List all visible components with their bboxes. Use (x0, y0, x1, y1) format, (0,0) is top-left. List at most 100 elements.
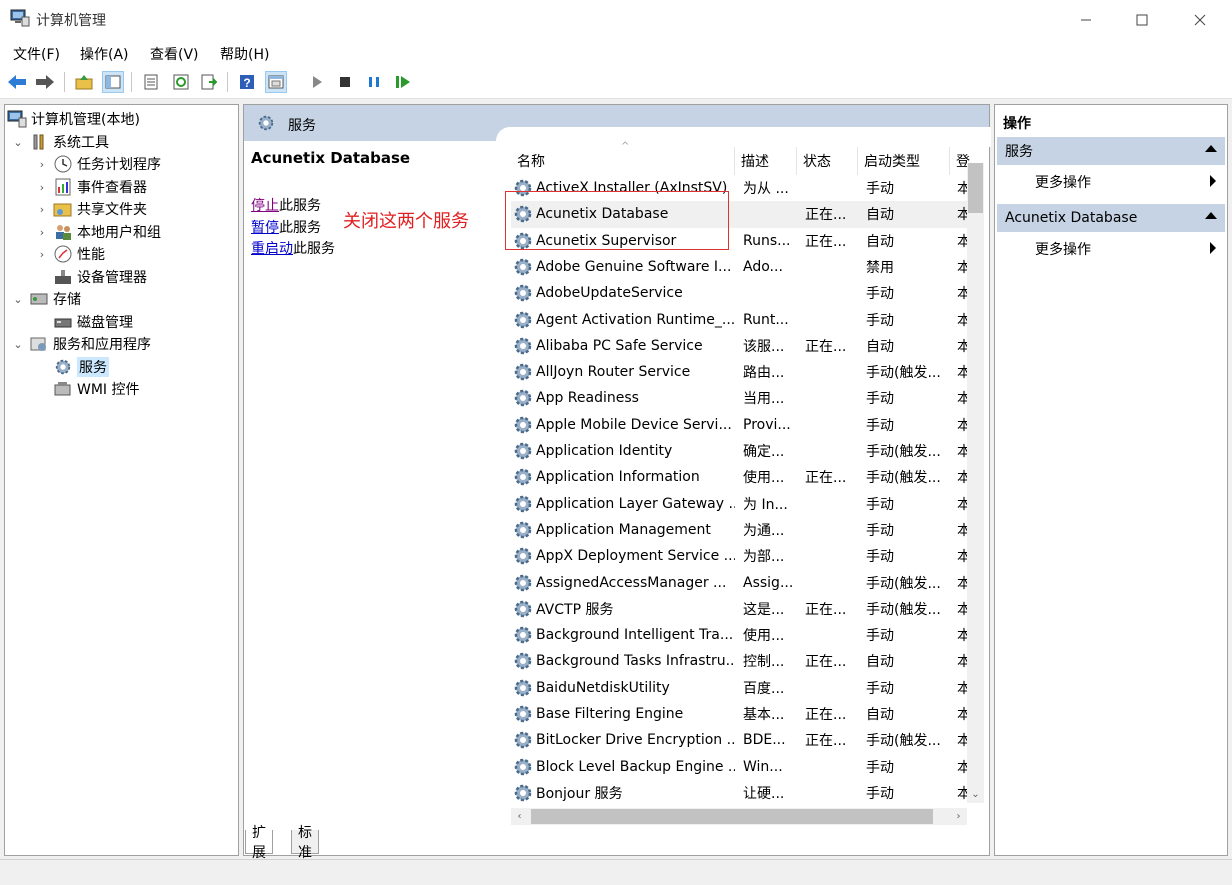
chevron-down-icon[interactable]: ⌄ (11, 338, 25, 351)
tab-extended[interactable]: 扩展 (245, 825, 273, 861)
maximize-icon (1136, 14, 1148, 26)
stop-service-button[interactable] (334, 71, 356, 93)
actions-section-selected-service[interactable]: Acunetix Database (997, 204, 1225, 232)
vertical-scrollbar[interactable]: ⌄ (967, 163, 984, 803)
chevron-right-icon[interactable]: › (35, 226, 49, 239)
column-header-startup-type[interactable]: 启动类型 (858, 147, 950, 175)
forward-button[interactable] (34, 71, 56, 93)
pause-service-link[interactable]: 暂停 (251, 220, 279, 236)
menu-action[interactable]: 操作(A) (80, 44, 129, 64)
table-row[interactable]: BaiduNetdiskUtility 百度... 手动本 (511, 675, 971, 701)
scroll-down-icon[interactable]: ⌄ (967, 786, 984, 803)
service-description: 使用... (743, 470, 785, 487)
table-row[interactable]: BitLocker Drive Encryption ... BDE... 正在..… (511, 727, 971, 753)
export-list-button[interactable] (198, 71, 220, 93)
menu-file[interactable]: 文件(F) (13, 44, 60, 64)
more-actions-selected-service[interactable]: 更多操作 (1035, 239, 1091, 259)
restart-service-button[interactable] (392, 71, 414, 93)
performance-icon (54, 245, 72, 263)
table-row[interactable]: Agent Activation Runtime_... Runt... 手动本 (511, 307, 971, 333)
more-actions-services[interactable]: 更多操作 (1035, 172, 1091, 192)
tree-item-label: 事件查看器 (77, 180, 147, 196)
table-row[interactable]: AdobeUpdateService 手动本 (511, 280, 971, 306)
table-row[interactable]: Application Information 使用... 正在... 手动(触发..… (511, 464, 971, 490)
service-status: 正在... (805, 654, 847, 671)
refresh-button[interactable] (170, 71, 192, 93)
help-button[interactable]: ? (236, 71, 258, 93)
tree-item-services[interactable]: 服务 (53, 356, 109, 378)
pause-service-button[interactable] (363, 71, 385, 93)
tree-item-performance[interactable]: › 性能 (35, 243, 105, 265)
tree-item-task-scheduler[interactable]: › 任务计划程序 (35, 153, 161, 175)
actions-section-services[interactable]: 服务 (997, 137, 1225, 165)
service-status (805, 780, 857, 806)
column-header-name[interactable]: 名称 (511, 147, 735, 175)
table-row[interactable]: Application Management 为通... 手动本 (511, 517, 971, 543)
vertical-scrollbar-thumb[interactable] (968, 163, 983, 213)
chevron-down-icon[interactable]: ⌄ (11, 136, 25, 149)
service-status (805, 754, 857, 780)
table-row[interactable]: Block Level Backup Engine ... Win... 手动本 (511, 754, 971, 780)
table-row[interactable]: App Readiness 当用... 手动本 (511, 385, 971, 411)
tree-item-disk-management[interactable]: 磁盘管理 (53, 311, 133, 333)
tree-item-root[interactable]: 计算机管理(本地) (7, 108, 140, 130)
table-row[interactable]: AppX Deployment Service ... 为部... 手动本 (511, 543, 971, 569)
table-row[interactable]: Application Identity 确定... 手动(触发... 本 (511, 438, 971, 464)
table-row[interactable]: Apple Mobile Device Servi... Provi... 手动本 (511, 412, 971, 438)
chevron-right-icon[interactable]: › (35, 248, 49, 261)
close-button[interactable] (1171, 0, 1229, 40)
tree-item-storage[interactable]: ⌄ 存储 (11, 288, 81, 310)
table-row[interactable]: Background Intelligent Tra... 使用... 手动本 (511, 622, 971, 648)
tree-item-system-tools[interactable]: ⌄ 系统工具 (11, 131, 109, 153)
show-hide-console-tree-button[interactable] (102, 71, 124, 93)
tree-item-event-viewer[interactable]: › 事件查看器 (35, 176, 147, 198)
scroll-left-icon[interactable]: ‹ (511, 808, 528, 825)
tree-item-local-users[interactable]: › 本地用户和组 (35, 221, 161, 243)
forward-arrow-icon (36, 75, 54, 89)
tree-item-wmi[interactable]: WMI 控件 (53, 378, 140, 400)
gear-icon (514, 547, 532, 565)
horizontal-scrollbar-thumb[interactable] (531, 809, 933, 824)
up-one-level-button[interactable] (73, 71, 95, 93)
chevron-right-icon[interactable]: › (35, 158, 49, 171)
gear-icon (514, 784, 532, 802)
chevron-down-icon[interactable]: ⌄ (11, 293, 25, 306)
show-hide-action-pane-button[interactable] (265, 71, 287, 93)
service-name: Background Tasks Infrastru... (536, 653, 735, 670)
table-row[interactable]: AssignedAccessManager ... Assig... 手动(触发..… (511, 570, 971, 596)
collapse-icon[interactable] (1205, 145, 1217, 152)
tree-item-device-manager[interactable]: 设备管理器 (53, 266, 147, 288)
stop-service-link[interactable]: 停止 (251, 198, 279, 214)
properties-button[interactable] (140, 71, 162, 93)
maximize-button[interactable] (1113, 0, 1171, 40)
chevron-right-icon[interactable]: › (35, 181, 49, 194)
table-row[interactable]: Alibaba PC Safe Service 该服... 正在... 自动本 (511, 333, 971, 359)
tree-item-shared-folders[interactable]: › 共享文件夹 (35, 198, 147, 220)
horizontal-scrollbar[interactable]: ‹ › (511, 808, 967, 825)
scroll-right-icon[interactable]: › (950, 808, 967, 825)
table-row[interactable]: Base Filtering Engine 基本... 正在... 自动本 (511, 701, 971, 727)
service-name: Bonjour 服务 (536, 785, 623, 802)
chevron-right-icon[interactable]: › (35, 203, 49, 216)
menu-view[interactable]: 查看(V) (150, 44, 199, 64)
tree-item-services-apps[interactable]: ⌄ 服务和应用程序 (11, 333, 151, 355)
users-icon (56, 225, 71, 240)
restart-service-line: 重启动此服务 (251, 238, 335, 258)
table-row[interactable]: Background Tasks Infrastru... 控制... 正在... 自… (511, 648, 971, 674)
minimize-button[interactable] (1057, 0, 1115, 40)
restart-service-link[interactable]: 重启动 (251, 241, 293, 257)
table-row[interactable]: AVCTP 服务 这是... 正在... 手动(触发... 本 (511, 596, 971, 622)
table-row[interactable]: Adobe Genuine Software I... Ado... 禁用本 (511, 254, 971, 280)
service-status (805, 622, 857, 648)
column-header-status[interactable]: 状态 (797, 147, 858, 175)
table-row[interactable]: AllJoyn Router Service 路由... 手动(触发... 本 (511, 359, 971, 385)
tab-standard[interactable]: 标准 (291, 825, 319, 861)
service-startup-type: 手动(触发... (866, 601, 941, 618)
back-button[interactable] (6, 71, 28, 93)
column-header-description[interactable]: 描述 (735, 147, 797, 175)
collapse-icon[interactable] (1205, 212, 1217, 219)
menu-help[interactable]: 帮助(H) (220, 44, 269, 64)
table-row[interactable]: Application Layer Gateway ... 为 In... 手动本 (511, 491, 971, 517)
start-service-button[interactable] (306, 71, 328, 93)
table-row[interactable]: Bonjour 服务 让硬... 手动本 (511, 780, 971, 806)
